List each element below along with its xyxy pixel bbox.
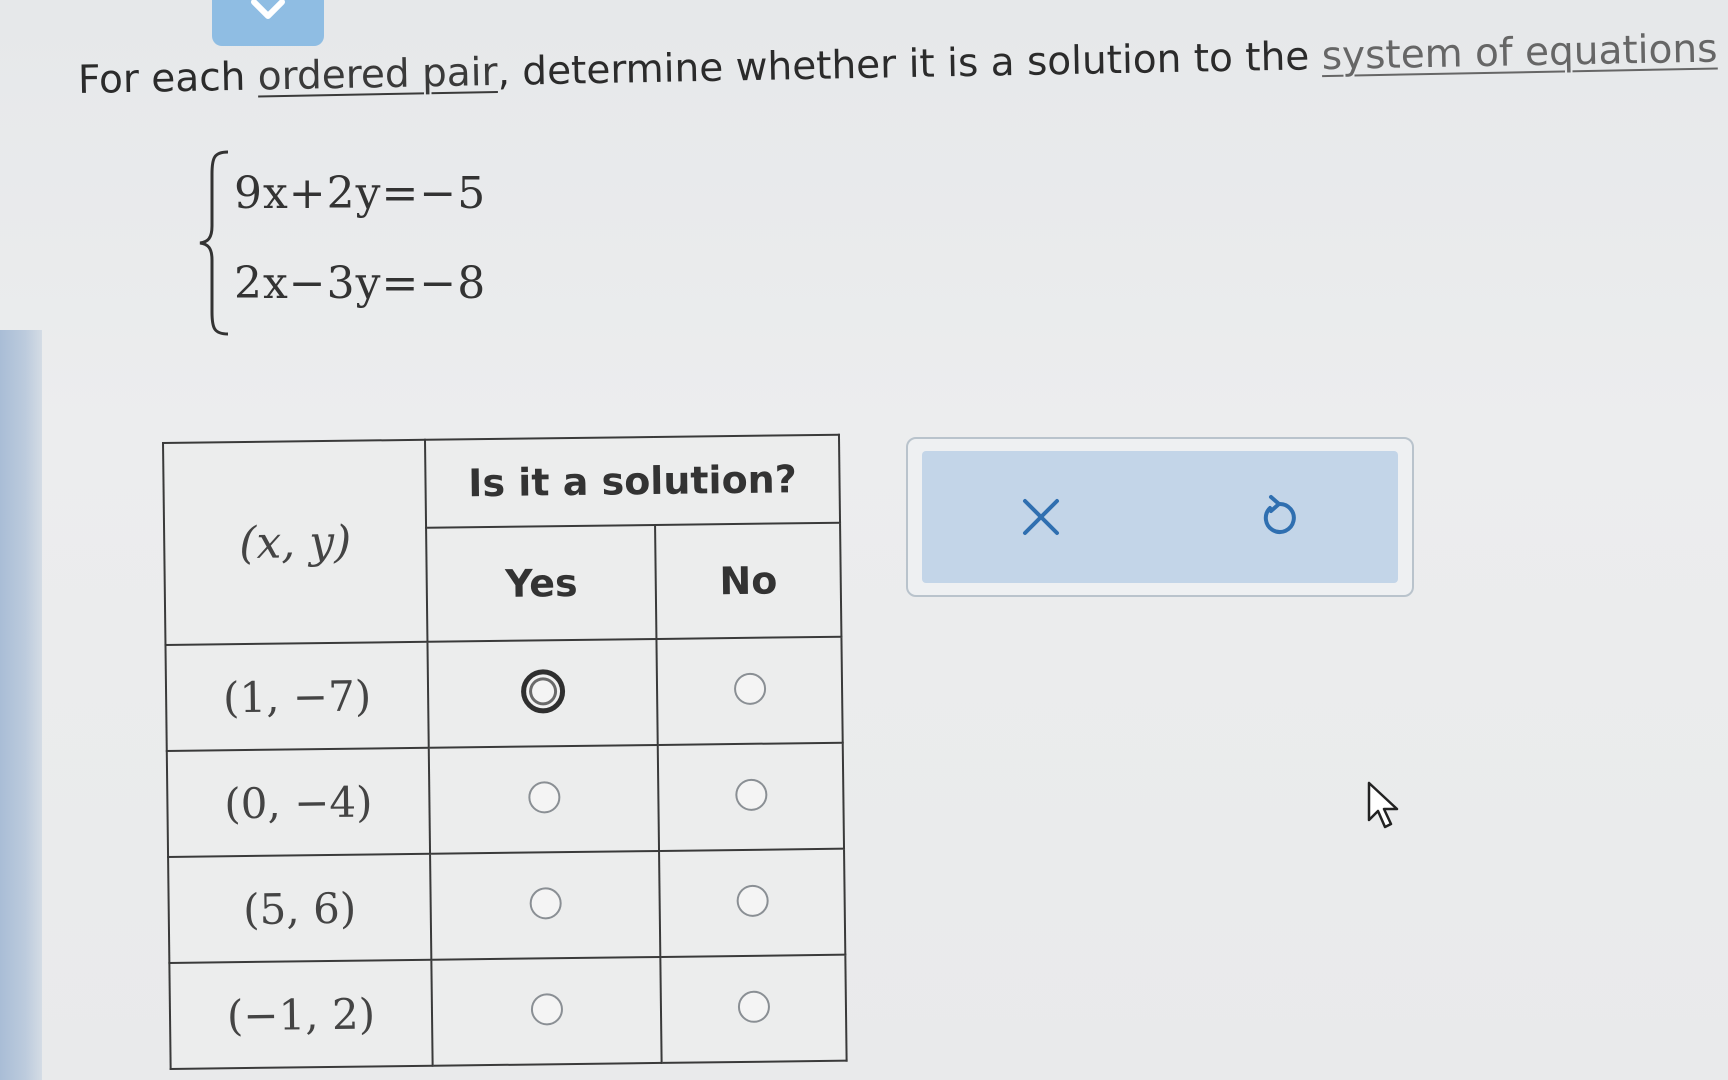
pointer-cursor-icon <box>1367 781 1399 829</box>
yes-radio[interactable] <box>529 887 562 920</box>
yes-cell <box>427 638 659 748</box>
header-pair: (x, y) <box>163 439 428 645</box>
equation-1: 9x+2y=−5 <box>234 168 487 219</box>
equation-system: 9x+2y=−5 2x−3y=−8 <box>198 148 538 338</box>
no-cell <box>660 954 847 1063</box>
table-row: (1, −7) <box>165 636 843 751</box>
no-cell <box>659 848 846 957</box>
system-of-equations-link[interactable]: system of equations <box>1321 27 1718 80</box>
clear-button[interactable] <box>922 451 1160 583</box>
column-yes: Yes <box>426 524 657 642</box>
yes-cell <box>431 956 662 1066</box>
actions-panel <box>922 451 1398 583</box>
no-radio[interactable] <box>737 990 770 1024</box>
close-icon <box>1023 499 1059 535</box>
pair-cell: (0, −4) <box>166 747 431 857</box>
no-cell <box>658 742 845 851</box>
yes-radio[interactable] <box>530 993 563 1026</box>
question-prefix: For each <box>77 54 259 103</box>
table-row: (0, −4) <box>166 742 845 857</box>
undo-icon <box>1263 495 1296 534</box>
table-row: (5, 6) <box>168 848 846 963</box>
side-strip <box>0 330 42 1080</box>
yes-radio[interactable] <box>520 669 565 714</box>
solution-table: (x, y) Is it a solution? Yes No (1, −7) … <box>162 433 848 1069</box>
equation-2: 2x−3y=−8 <box>234 258 487 309</box>
left-brace-icon <box>199 150 229 336</box>
undo-button[interactable] <box>1160 451 1398 583</box>
pair-cell: (−1, 2) <box>169 959 433 1069</box>
no-cell <box>656 636 843 745</box>
yes-cell <box>428 744 660 854</box>
column-no: No <box>655 522 842 639</box>
table-row: (−1, 2) <box>169 954 847 1069</box>
no-radio[interactable] <box>733 672 766 706</box>
question-middle: , determine whether it is a solution to … <box>497 34 1323 95</box>
answer-actions <box>906 437 1414 597</box>
no-radio[interactable] <box>736 884 769 918</box>
no-radio[interactable] <box>734 778 768 812</box>
ordered-pair-link[interactable]: ordered pair <box>257 50 498 100</box>
chevron-down-icon <box>251 0 285 19</box>
yes-radio[interactable] <box>527 781 561 814</box>
yes-cell <box>430 850 661 960</box>
collapse-tab[interactable] <box>212 0 324 46</box>
pair-cell: (1, −7) <box>165 641 429 751</box>
pair-cell: (5, 6) <box>168 853 432 963</box>
header-question: Is it a solution? <box>424 434 841 528</box>
